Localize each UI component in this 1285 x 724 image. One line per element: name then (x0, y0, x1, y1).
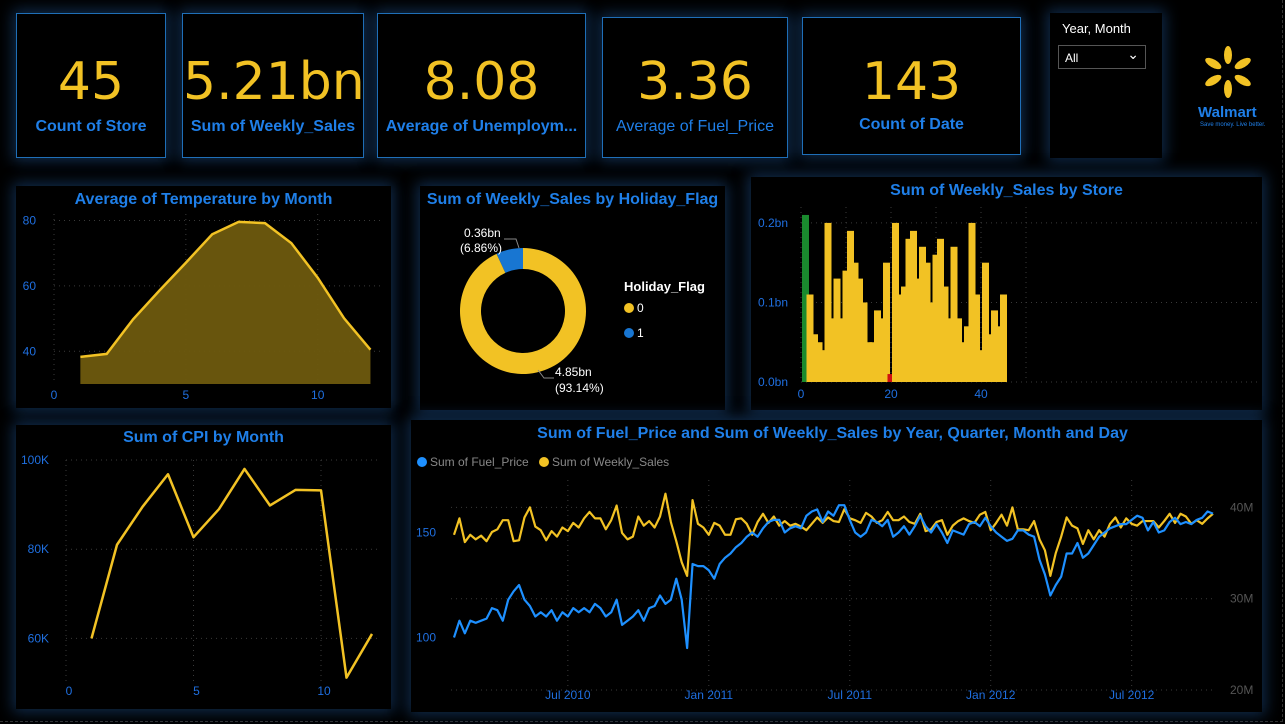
donut-slice-0 (460, 248, 586, 374)
donut-data-label: (93.14%) (555, 381, 604, 395)
kpi-card-average-fuel-price[interactable]: 3.36 Average of Fuel_Price (602, 17, 788, 158)
kpi-value: 8.08 (423, 52, 540, 112)
legend-label: 0 (637, 301, 644, 315)
donut-data-label: (6.86%) (460, 241, 502, 255)
kpi-value: 143 (861, 52, 962, 112)
kpi-label: Count of Store (35, 118, 147, 135)
temperature-plot: 40 60 80 0 5 10 (23, 214, 381, 402)
x-tick-label: Jul 2010 (545, 688, 591, 702)
kpi-label: Average of Fuel_Price (615, 118, 774, 135)
legend-label: 1 (637, 326, 644, 340)
x-tick-label: 10 (311, 388, 325, 402)
fuel-sales-plot: 20M 30M 40M 100 150 Jul 2010 Jan 2011 Jul 2011 J… (416, 480, 1253, 702)
kpi-label: Sum of Weekly_Sales (190, 118, 356, 135)
kpi-value: 3.36 (637, 52, 753, 112)
kpi-label: Count of Date (859, 116, 964, 133)
y2-tick-label: 20M (1230, 683, 1253, 697)
kpi-card-count-of-date[interactable]: 143 Count of Date (802, 17, 1021, 155)
y2-tick-label: 40M (1230, 500, 1253, 514)
y-tick-label: 80K (28, 542, 49, 556)
y-tick-label: 60K (28, 631, 49, 645)
x-tick-label: Jul 2011 (828, 688, 873, 702)
donut-data-label: 4.85bn (555, 365, 592, 379)
x-tick-label: 0 (66, 684, 73, 698)
label-leader-line (504, 238, 520, 249)
x-tick-label: Jan 2012 (966, 688, 1016, 702)
y-tick-label: 100K (21, 453, 49, 467)
slicer-dropdown[interactable]: All ⌄ (1058, 45, 1146, 69)
store-bar (1000, 294, 1007, 382)
year-month-slicer[interactable]: Year, Month All ⌄ (1050, 13, 1162, 158)
holiday-flag-donut-chart[interactable]: Sum of Weekly_Sales by Holiday_Flag 0.36… (420, 186, 725, 410)
bar-plot: 0.0bn 0.1bn 0.2bn 0 20 40 (758, 207, 1261, 401)
store-sales-bar-chart[interactable]: Sum of Weekly_Sales by Store 0.0bn 0.1bn 0… (751, 177, 1262, 410)
x-tick-label: 0 (51, 388, 58, 402)
logo-tagline: Save money. Live better. (1200, 122, 1266, 128)
slicer-title: Year, Month (1062, 21, 1131, 36)
y-tick-label: 0.1bn (758, 295, 788, 309)
x-tick-label: 5 (183, 388, 190, 402)
chevron-down-icon: ⌄ (1127, 46, 1139, 62)
y-tick-label: 60 (23, 279, 37, 293)
y2-tick-label: 30M (1230, 592, 1253, 606)
legend-dot-icon (624, 328, 634, 338)
legend-title: Holiday_Flag (624, 279, 705, 294)
y-tick-label: 0.0bn (758, 375, 788, 389)
y-tick-label: 40 (23, 344, 37, 358)
kpi-card-sum-weekly-sales[interactable]: 5.21bn Sum of Weekly_Sales (182, 13, 365, 158)
logo-wordmark: Walmart (1198, 104, 1257, 121)
x-tick-label: Jan 2011 (685, 688, 734, 702)
x-tick-label: 5 (193, 684, 200, 698)
x-tick-label: Jul 2012 (1109, 688, 1155, 702)
kpi-label: Average of Unemploym... (385, 118, 578, 135)
fuel-sales-line-chart[interactable]: Sum of Fuel_Price and Sum of Weekly_Sale… (411, 420, 1262, 712)
y-tick-label: 150 (416, 526, 436, 540)
legend-dot-icon (624, 303, 634, 313)
donut-data-label: 0.36bn (464, 226, 501, 240)
kpi-value: 45 (57, 52, 125, 112)
slicer-selected-value: All (1065, 51, 1079, 65)
donut-plot: 0.36bn(6.86%) 4.85bn (93.14%) Holiday_Flag 0… (460, 226, 705, 395)
cpi-plot: 60K 80K 100K 0 5 10 (21, 453, 381, 698)
weekly-sales-line (452, 492, 1214, 577)
kpi-card-count-of-store[interactable]: 45 Count of Store (16, 13, 166, 158)
cpi-chart[interactable]: Sum of CPI by Month 60K 80K 100K 0 5 10 (16, 425, 391, 709)
walmart-logo: Walmart Save money. Live better. (1198, 40, 1274, 135)
x-tick-label: 10 (317, 684, 331, 698)
x-tick-label: 40 (974, 387, 988, 401)
kpi-value: 5.21bn (183, 52, 365, 112)
kpi-card-average-unemployment[interactable]: 8.08 Average of Unemploym... (377, 13, 586, 158)
y-tick-label: 80 (23, 214, 37, 228)
x-tick-label: 0 (798, 387, 805, 401)
temperature-area (80, 221, 371, 384)
y-tick-label: 0.2bn (758, 216, 788, 230)
temperature-chart[interactable]: Average of Temperature by Month 40 60 80 0 5… (16, 186, 391, 408)
fuel-price-line (452, 504, 1214, 650)
x-tick-label: 20 (884, 387, 898, 401)
cpi-line (90, 467, 374, 679)
y-tick-label: 100 (416, 631, 436, 645)
store-bar (883, 262, 890, 382)
